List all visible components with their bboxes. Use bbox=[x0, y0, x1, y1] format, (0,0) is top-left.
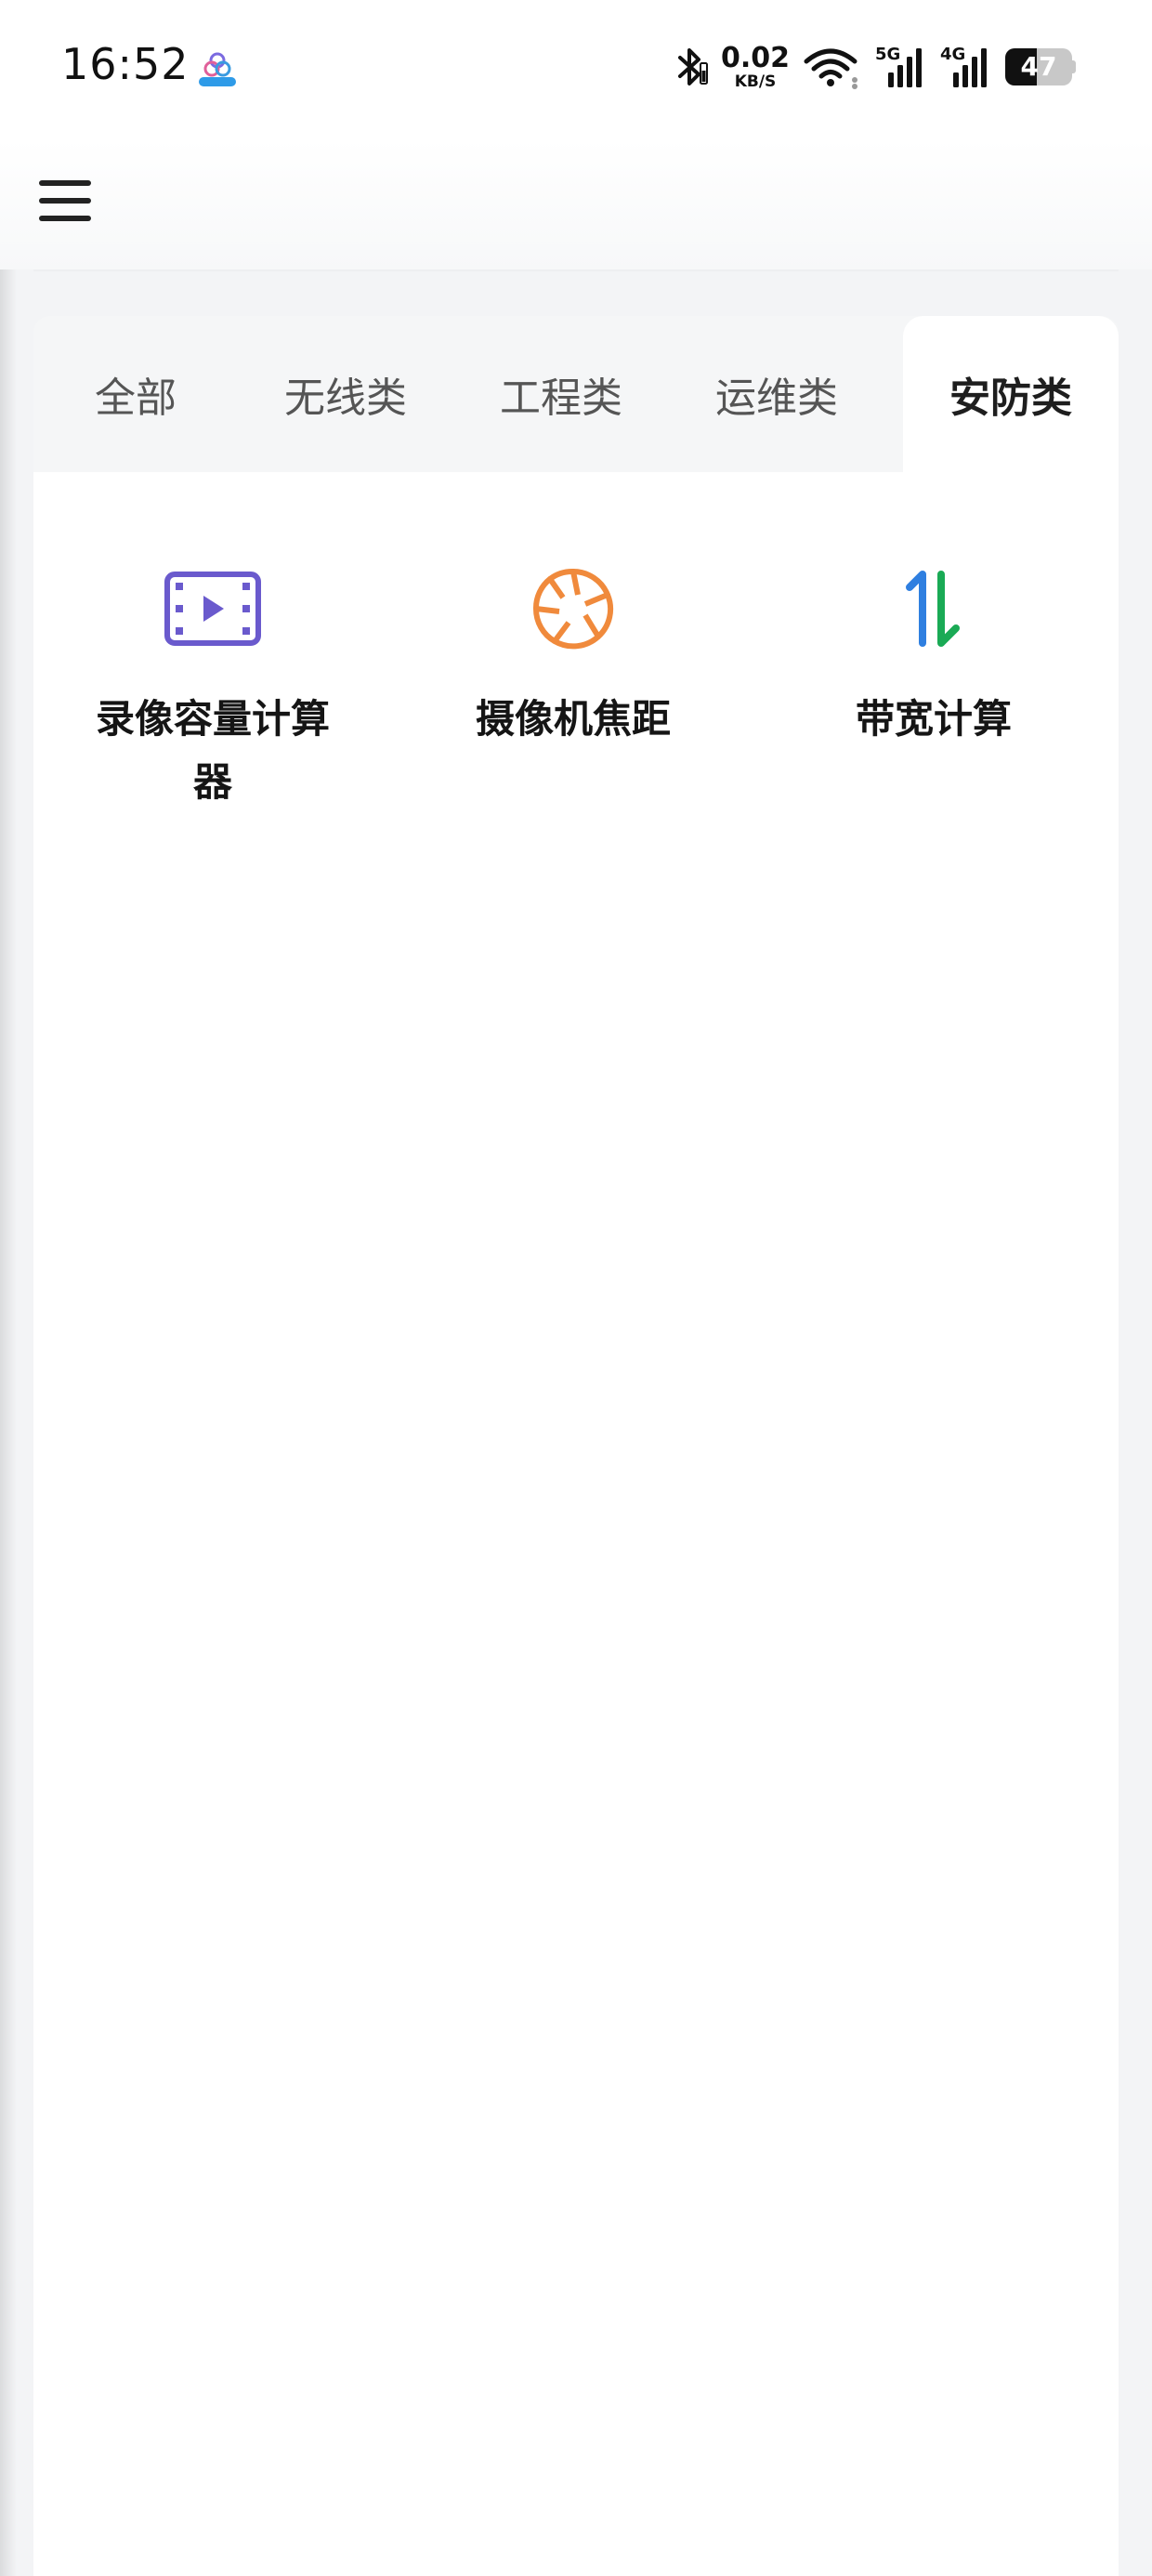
tab-all[interactable]: 全部 bbox=[33, 316, 238, 472]
up-down-arrows-icon bbox=[883, 558, 985, 660]
camera-aperture-icon bbox=[522, 558, 624, 660]
tool-label: 录像容量计算器 bbox=[95, 696, 330, 805]
left-edge-shadow bbox=[0, 0, 17, 2576]
tab-label: 运维类 bbox=[715, 375, 838, 422]
app-notification-icon bbox=[199, 52, 236, 86]
signal-4g-icon: 4G bbox=[940, 45, 992, 89]
video-film-icon bbox=[162, 558, 264, 660]
status-bar: 16:52 0.02 KB/S 5G 4G 47 bbox=[0, 0, 1152, 139]
network-speed-unit: KB/S bbox=[734, 72, 777, 91]
wifi-icon bbox=[804, 48, 857, 89]
tool-recording-capacity[interactable]: 录像容量计算器 bbox=[59, 558, 366, 814]
header-divider bbox=[33, 269, 1119, 271]
tab-engineering[interactable]: 工程类 bbox=[453, 316, 669, 472]
tools-panel: 录像容量计算器 摄像机焦距 带宽计算 bbox=[33, 472, 1119, 2576]
network-speed: 0.02 KB/S bbox=[720, 41, 790, 91]
tab-wireless[interactable]: 无线类 bbox=[238, 316, 453, 472]
tool-label: 带宽计算 bbox=[855, 696, 1012, 742]
tab-label: 全部 bbox=[95, 375, 177, 422]
network-speed-value: 0.02 bbox=[720, 41, 790, 74]
tool-camera-focal-length[interactable]: 摄像机焦距 bbox=[420, 558, 727, 751]
tool-label: 摄像机焦距 bbox=[475, 696, 671, 742]
app-header bbox=[0, 139, 1152, 269]
tab-security[interactable]: 安防类 bbox=[903, 316, 1119, 472]
tab-label: 无线类 bbox=[284, 375, 407, 422]
signal-5g-icon: 5G bbox=[875, 45, 927, 89]
status-icons: 0.02 KB/S 5G 4G 47 bbox=[676, 41, 1076, 93]
status-time: 16:52 bbox=[61, 39, 190, 89]
tab-label: 安防类 bbox=[949, 375, 1072, 422]
tool-bandwidth-calc[interactable]: 带宽计算 bbox=[780, 558, 1087, 751]
category-tabs: 全部 无线类 工程类 运维类 安防类 bbox=[33, 316, 1119, 472]
tab-operations[interactable]: 运维类 bbox=[669, 316, 884, 472]
battery-icon: 47 bbox=[1005, 48, 1076, 85]
bluetooth-icon bbox=[677, 48, 708, 85]
hamburger-menu-icon[interactable] bbox=[37, 173, 93, 229]
battery-level: 47 bbox=[1020, 51, 1057, 82]
tab-label: 工程类 bbox=[500, 375, 622, 422]
